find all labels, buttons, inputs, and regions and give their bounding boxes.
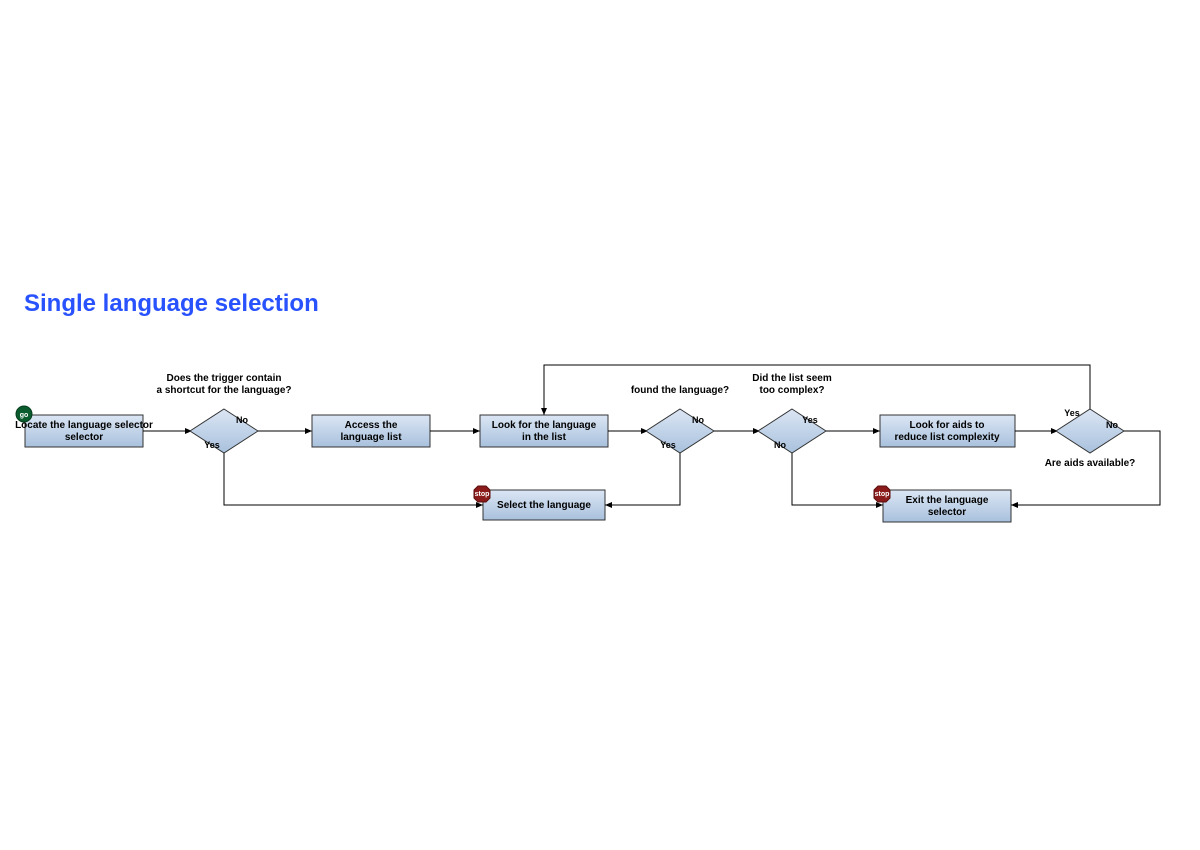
flowchart-canvas: Locate the language selector selector go…	[0, 0, 1200, 850]
svg-text:No: No	[692, 415, 704, 425]
svg-text:Yes: Yes	[1064, 408, 1080, 418]
svg-text:Does the trigger contain: Does the trigger contain	[166, 373, 281, 384]
svg-text:Did the list seem: Did the list seem	[752, 373, 832, 384]
svg-text:Look for the language: Look for the language	[492, 420, 597, 431]
process-look: Look for the language in the list	[480, 415, 608, 447]
edge	[792, 453, 883, 505]
svg-text:Yes: Yes	[204, 440, 220, 450]
process-select: Select the language stop	[474, 486, 605, 520]
edge	[605, 453, 680, 505]
svg-text:Are aids available?: Are aids available?	[1045, 458, 1136, 469]
svg-text:Select the language: Select the language	[497, 500, 591, 511]
decision-trigger: Does the trigger contain a shortcut for …	[156, 373, 291, 453]
svg-text:found the language?: found the language?	[631, 385, 729, 396]
svg-text:Yes: Yes	[660, 440, 676, 450]
svg-text:Look for aids to: Look for aids to	[910, 420, 985, 431]
svg-text:selector: selector	[65, 432, 103, 443]
svg-text:Access the: Access the	[345, 420, 398, 431]
svg-text:No: No	[236, 415, 248, 425]
svg-text:No: No	[1106, 420, 1118, 430]
svg-text:stop: stop	[875, 491, 890, 498]
edge	[224, 453, 483, 505]
svg-text:reduce list complexity: reduce list complexity	[894, 432, 999, 443]
svg-text:selector: selector	[928, 507, 966, 518]
svg-text:language list: language list	[340, 432, 402, 443]
process-aids: Look for aids to reduce list complexity	[880, 415, 1015, 447]
svg-text:go: go	[20, 412, 29, 419]
svg-text:Locate the language selector: Locate the language selector	[15, 420, 153, 431]
svg-text:in the list: in the list	[522, 432, 567, 443]
decision-aids: Are aids available? Yes No	[1045, 408, 1136, 469]
decision-found: found the language? No Yes	[631, 385, 729, 453]
decision-complex: Did the list seem too complex? Yes No	[752, 373, 832, 453]
process-exit: Exit the language selector stop	[874, 486, 1011, 522]
process-access: Access the language list	[312, 415, 430, 447]
svg-text:a shortcut for the language?: a shortcut for the language?	[156, 385, 291, 396]
svg-text:too complex?: too complex?	[759, 385, 824, 396]
process-locate: Locate the language selector selector go	[15, 406, 153, 447]
svg-text:Yes: Yes	[802, 415, 818, 425]
svg-text:stop: stop	[475, 491, 490, 498]
svg-text:Exit the language: Exit the language	[906, 495, 989, 506]
svg-text:No: No	[774, 440, 786, 450]
